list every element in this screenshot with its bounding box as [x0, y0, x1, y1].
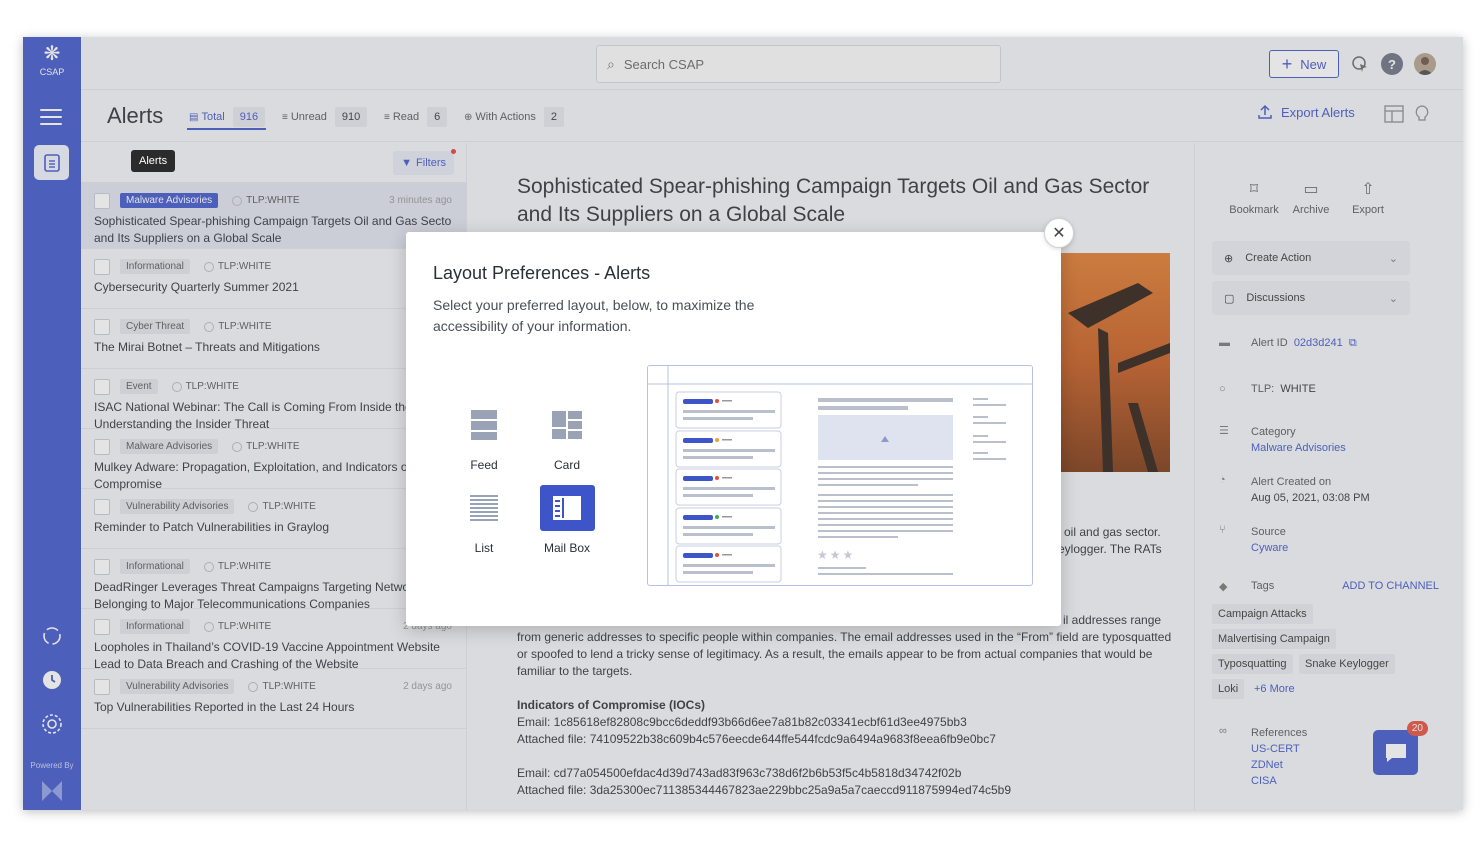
- layout-option-list[interactable]: List: [456, 485, 512, 555]
- close-icon[interactable]: ✕: [1044, 218, 1074, 248]
- card-layout-icon: [540, 402, 595, 448]
- app-window: ❋ CSAP Powered By ⌕ Search CSAP + New ? …: [23, 37, 1463, 810]
- list-layout-icon: [457, 485, 512, 531]
- modal-subtitle: Select your preferred layout, below, to …: [433, 297, 755, 334]
- card-label: Card: [553, 458, 580, 472]
- layout-preview: ★★★: [647, 365, 1033, 586]
- list-label: List: [474, 541, 494, 555]
- layout-option-card[interactable]: Card: [539, 402, 595, 472]
- layout-option-feed[interactable]: Feed: [456, 402, 512, 472]
- alerts-tooltip: Alerts: [131, 150, 176, 172]
- feed-layout-icon: [457, 402, 512, 448]
- mailbox-label: Mail Box: [543, 541, 590, 555]
- feed-label: Feed: [470, 458, 498, 472]
- layout-preferences-modal: ✕ Layout Preferences - Alerts Select you…: [406, 218, 1074, 626]
- mailbox-layout-icon: [539, 485, 595, 531]
- preview-rating-stars: ★★★: [817, 548, 856, 562]
- modal-title: Layout Preferences - Alerts: [433, 263, 651, 283]
- layout-option-mailbox[interactable]: Mail Box: [539, 485, 595, 555]
